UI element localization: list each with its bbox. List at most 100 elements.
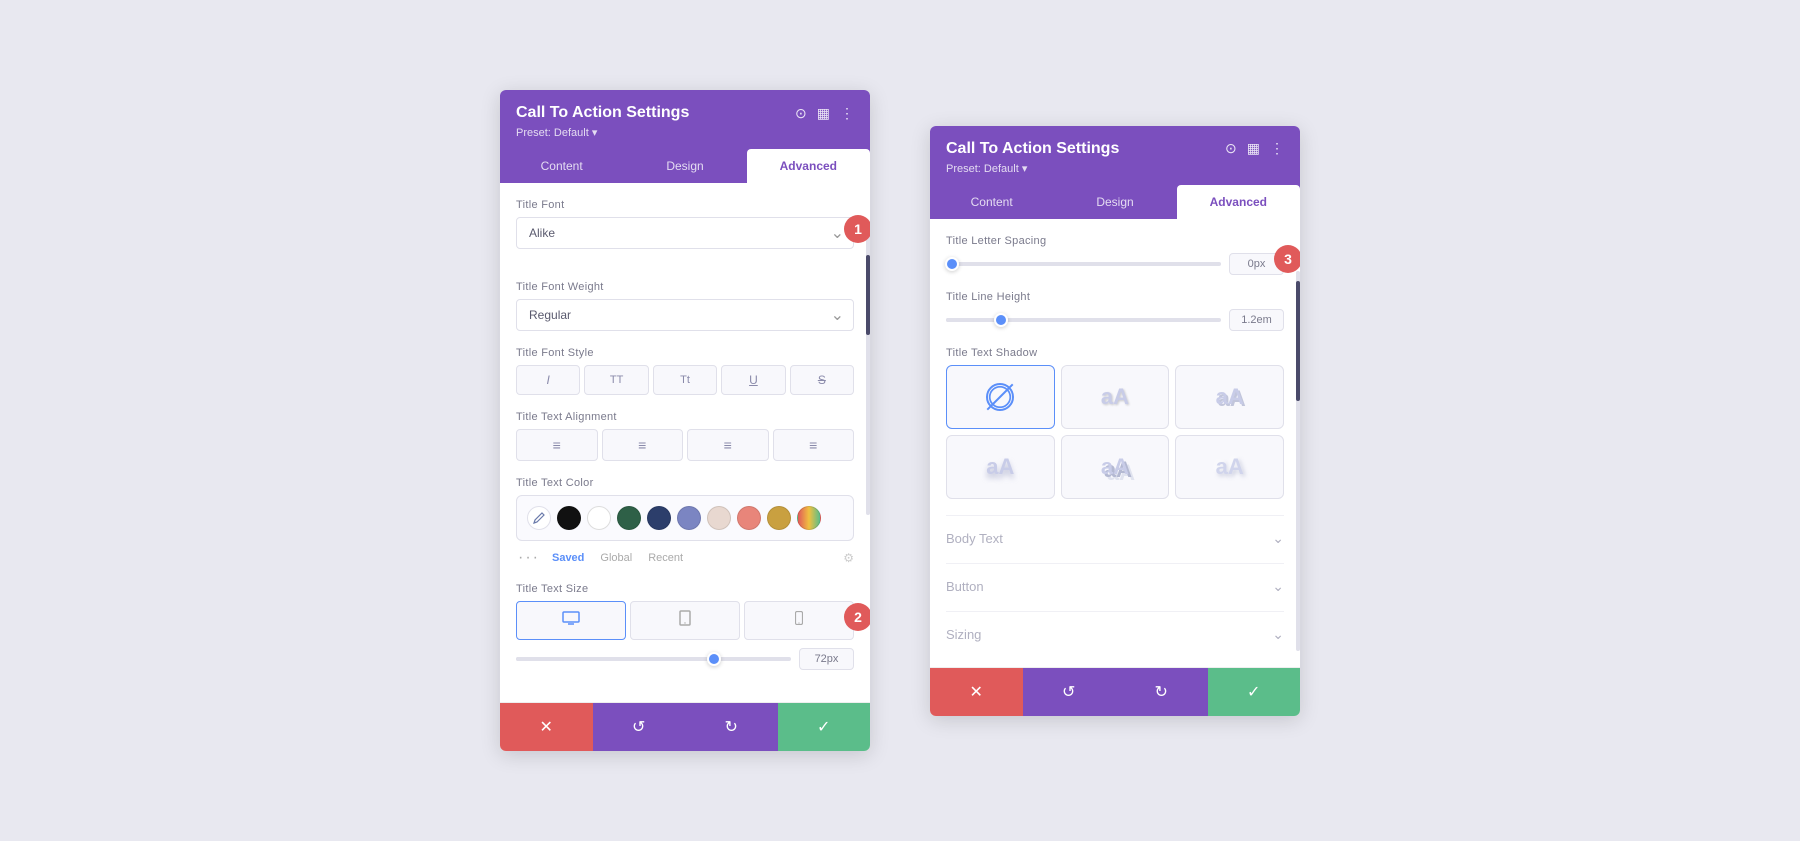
recent-tab[interactable]: Recent (644, 550, 687, 566)
color-settings-icon[interactable]: ⚙ (843, 551, 854, 565)
reset-button-1[interactable]: ↺ (593, 703, 686, 751)
reset-button-2[interactable]: ↺ (1023, 668, 1116, 716)
title-font-select[interactable]: Alike (516, 217, 854, 249)
redo-button-2[interactable]: ↻ (1115, 668, 1208, 716)
color-tabs: ··· Saved Global Recent ⚙ (516, 549, 854, 567)
title-text-color-label: Title Text Color (516, 477, 854, 489)
swatch-dark-green[interactable] (617, 506, 641, 530)
button-section: Button ⌄ (946, 563, 1284, 603)
tab-design-2[interactable]: Design (1053, 185, 1176, 219)
swatch-white[interactable] (587, 506, 611, 530)
body-text-title: Body Text (946, 531, 1003, 546)
more-icon-2[interactable]: ⋮ (1270, 140, 1284, 157)
letter-spacing-track[interactable] (946, 262, 1221, 266)
shadow-option-5[interactable]: aA (1175, 435, 1284, 499)
swatch-gradient[interactable] (797, 506, 821, 530)
desktop-button[interactable] (516, 601, 626, 640)
title-text-size-label: Title Text Size (516, 583, 854, 595)
cancel-button-1[interactable]: ✕ (500, 703, 593, 751)
shadow-option-4[interactable]: aA (1061, 435, 1170, 499)
strikethrough-button[interactable]: S (790, 365, 854, 395)
title-text-alignment-label: Title Text Alignment (516, 411, 854, 423)
button-title: Button (946, 579, 984, 594)
size-slider-row: 72px (516, 648, 854, 670)
swatch-salmon[interactable] (737, 506, 761, 530)
underline-button[interactable]: U (721, 365, 785, 395)
title-font-weight-select[interactable]: Regular (516, 299, 854, 331)
panel-1-preset[interactable]: Preset: Default ▾ (516, 126, 854, 139)
scrollbar-thumb-2[interactable] (1296, 281, 1300, 401)
title-line-height-field: Title Line Height 1.2em (946, 291, 1284, 331)
body-text-arrow: ⌄ (1272, 530, 1284, 547)
shadow-none-option[interactable] (946, 365, 1055, 429)
panel-2-preset[interactable]: Preset: Default ▾ (946, 162, 1284, 175)
title-letter-spacing-label: Title Letter Spacing (946, 235, 1284, 247)
color-picker-area (516, 495, 854, 541)
align-justify-button[interactable]: ≡ (773, 429, 855, 461)
mobile-button[interactable] (744, 601, 854, 640)
capitalize-button[interactable]: Tt (653, 365, 717, 395)
align-center-button[interactable]: ≡ (602, 429, 684, 461)
save-button-2[interactable]: ✓ (1208, 668, 1301, 716)
shadow-option-3[interactable]: aA (946, 435, 1055, 499)
badge-2: 2 (844, 603, 870, 631)
badge-1: 1 (844, 215, 870, 243)
shadow-option-1[interactable]: aA (1061, 365, 1170, 429)
panel-2-header-icons: ⊙ ▦ ⋮ (1225, 140, 1284, 157)
global-tab[interactable]: Global (596, 550, 636, 566)
shadow-text-1: aA (1101, 384, 1129, 410)
cancel-button-2[interactable]: ✕ (930, 668, 1023, 716)
panel-1-body: Title Font Alike 1 Title Font Weight Reg… (500, 183, 870, 702)
button-header[interactable]: Button ⌄ (946, 578, 1284, 603)
tab-advanced-1[interactable]: Advanced (747, 149, 870, 183)
title-line-height-label: Title Line Height (946, 291, 1284, 303)
line-height-track[interactable] (946, 318, 1221, 322)
swatch-dark-blue[interactable] (647, 506, 671, 530)
title-font-style-field: Title Font Style I TT Tt U S (516, 347, 854, 395)
layout-icon[interactable]: ▦ (817, 105, 830, 122)
badge-3: 3 (1274, 245, 1300, 273)
panel-1-footer: ✕ ↺ ↻ ✓ (500, 702, 870, 751)
uppercase-button[interactable]: TT (584, 365, 648, 395)
line-height-value[interactable]: 1.2em (1229, 309, 1284, 331)
button-arrow: ⌄ (1272, 578, 1284, 595)
tablet-button[interactable] (630, 601, 740, 640)
body-text-header[interactable]: Body Text ⌄ (946, 530, 1284, 555)
scrollbar[interactable] (866, 235, 870, 515)
title-font-label: Title Font (516, 199, 854, 211)
sizing-header[interactable]: Sizing ⌄ (946, 626, 1284, 651)
swatch-medium-blue[interactable] (677, 506, 701, 530)
swatch-light-pink[interactable] (707, 506, 731, 530)
color-swatches (557, 506, 821, 530)
title-text-shadow-label: Title Text Shadow (946, 347, 1284, 359)
saved-tab[interactable]: Saved (548, 550, 588, 566)
more-icon[interactable]: ⋮ (840, 105, 854, 122)
scrollbar-2[interactable] (1296, 271, 1300, 651)
eyedropper-button[interactable] (527, 506, 551, 530)
focus-icon-2[interactable]: ⊙ (1225, 140, 1237, 157)
device-size-buttons (516, 601, 854, 640)
redo-button-1[interactable]: ↻ (685, 703, 778, 751)
title-font-style-label: Title Font Style (516, 347, 854, 359)
panel-2-body: Title Letter Spacing 0px Title Line Heig… (930, 219, 1300, 667)
swatch-black[interactable] (557, 506, 581, 530)
title-font-weight-label: Title Font Weight (516, 281, 854, 293)
size-value[interactable]: 72px (799, 648, 854, 670)
sizing-arrow: ⌄ (1272, 626, 1284, 643)
tab-advanced-2[interactable]: Advanced (1177, 185, 1300, 219)
tab-design-1[interactable]: Design (623, 149, 746, 183)
more-colors-button[interactable]: ··· (518, 549, 540, 567)
size-slider-track[interactable] (516, 657, 791, 661)
scrollbar-thumb[interactable] (866, 255, 870, 335)
focus-icon[interactable]: ⊙ (795, 105, 807, 122)
swatch-gold[interactable] (767, 506, 791, 530)
tab-content-2[interactable]: Content (930, 185, 1053, 219)
shadow-option-2[interactable]: aA (1175, 365, 1284, 429)
layout-icon-2[interactable]: ▦ (1247, 140, 1260, 157)
tab-content-1[interactable]: Content (500, 149, 623, 183)
save-button-1[interactable]: ✓ (778, 703, 871, 751)
italic-button[interactable]: I (516, 365, 580, 395)
align-left-button[interactable]: ≡ (516, 429, 598, 461)
align-right-button[interactable]: ≡ (687, 429, 769, 461)
shadow-text-2: aA (1216, 384, 1244, 410)
